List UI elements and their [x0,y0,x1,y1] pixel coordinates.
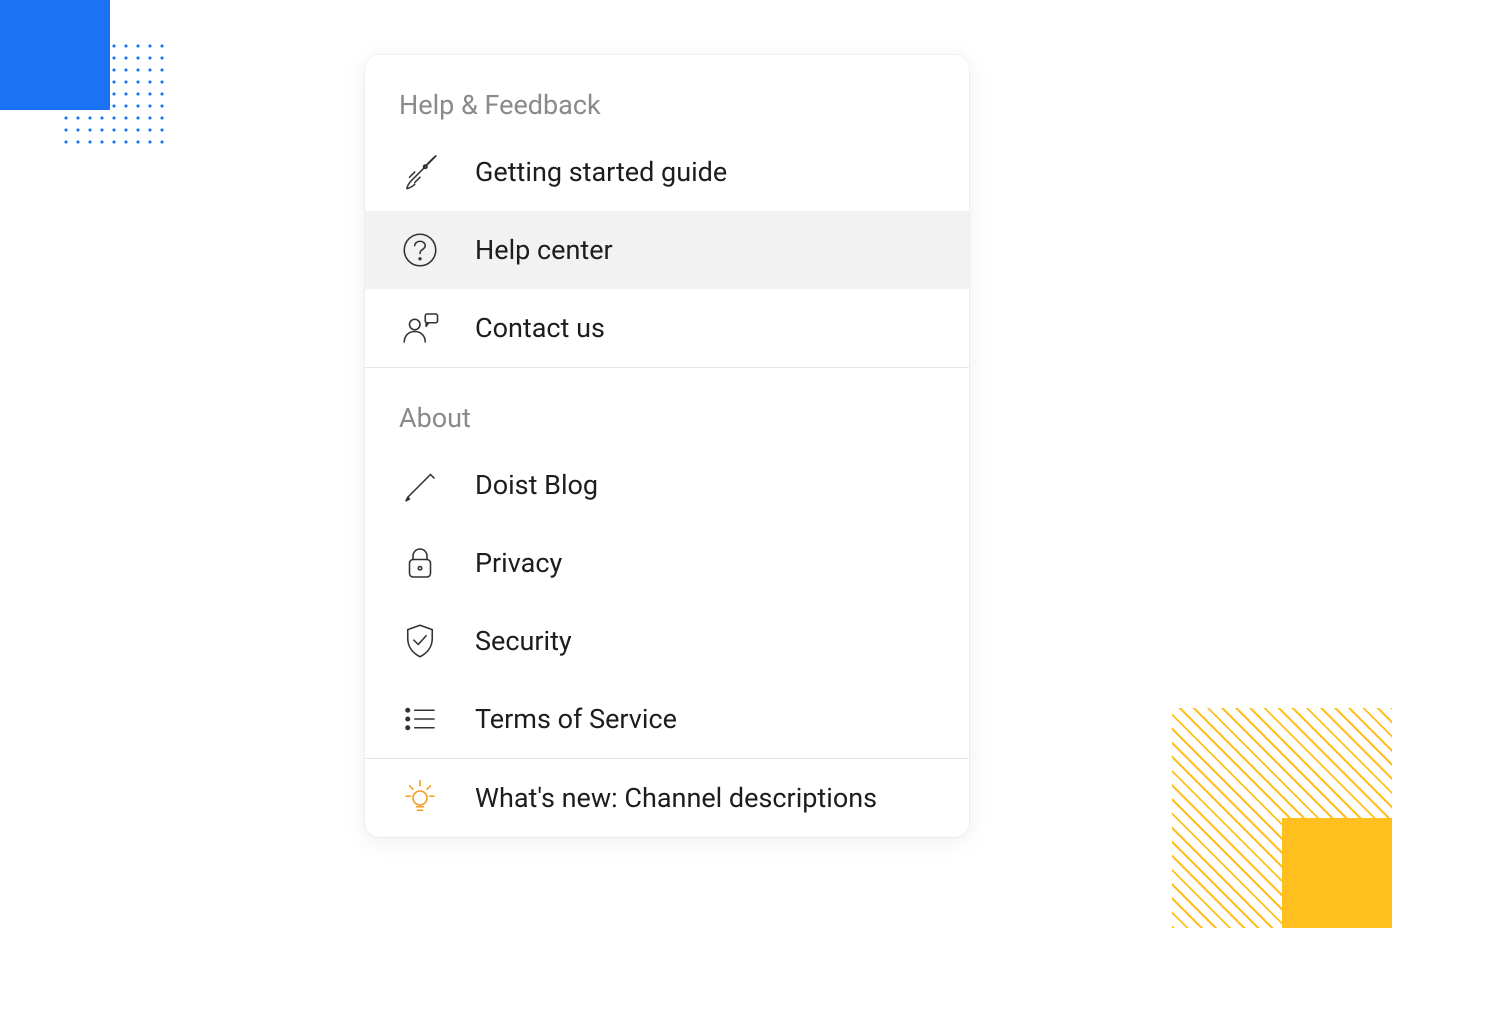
menu-item-label: Security [475,625,572,657]
person-chat-icon [399,307,441,349]
section-title-about: About [365,368,969,446]
shield-check-icon [399,620,441,662]
question-circle-icon [399,229,441,271]
lock-icon [399,542,441,584]
menu-item-label: Doist Blog [475,469,598,501]
menu-item-whats-new[interactable]: What's new: Channel descriptions [365,759,969,837]
menu-item-security[interactable]: Security [365,602,969,680]
menu-item-label: Terms of Service [475,703,677,735]
decorative-yellow-square [1282,818,1392,928]
menu-item-getting-started[interactable]: Getting started guide [365,133,969,211]
menu-item-terms[interactable]: Terms of Service [365,680,969,758]
menu-item-privacy[interactable]: Privacy [365,524,969,602]
menu-item-contact-us[interactable]: Contact us [365,289,969,367]
menu-item-help-center[interactable]: Help center [365,211,969,289]
menu-item-label: What's new: Channel descriptions [475,782,877,814]
section-title-help: Help & Feedback [365,55,969,133]
help-feedback-menu: Help & Feedback Getting started guide He… [365,55,969,837]
menu-item-label: Privacy [475,547,562,579]
lightbulb-icon [399,777,441,819]
list-icon [399,698,441,740]
decorative-dot-grid [60,40,170,150]
menu-item-doist-blog[interactable]: Doist Blog [365,446,969,524]
menu-item-label: Getting started guide [475,156,727,188]
pencil-icon [399,464,441,506]
rocket-icon [399,151,441,193]
menu-item-label: Contact us [475,312,605,344]
menu-item-label: Help center [475,234,613,266]
